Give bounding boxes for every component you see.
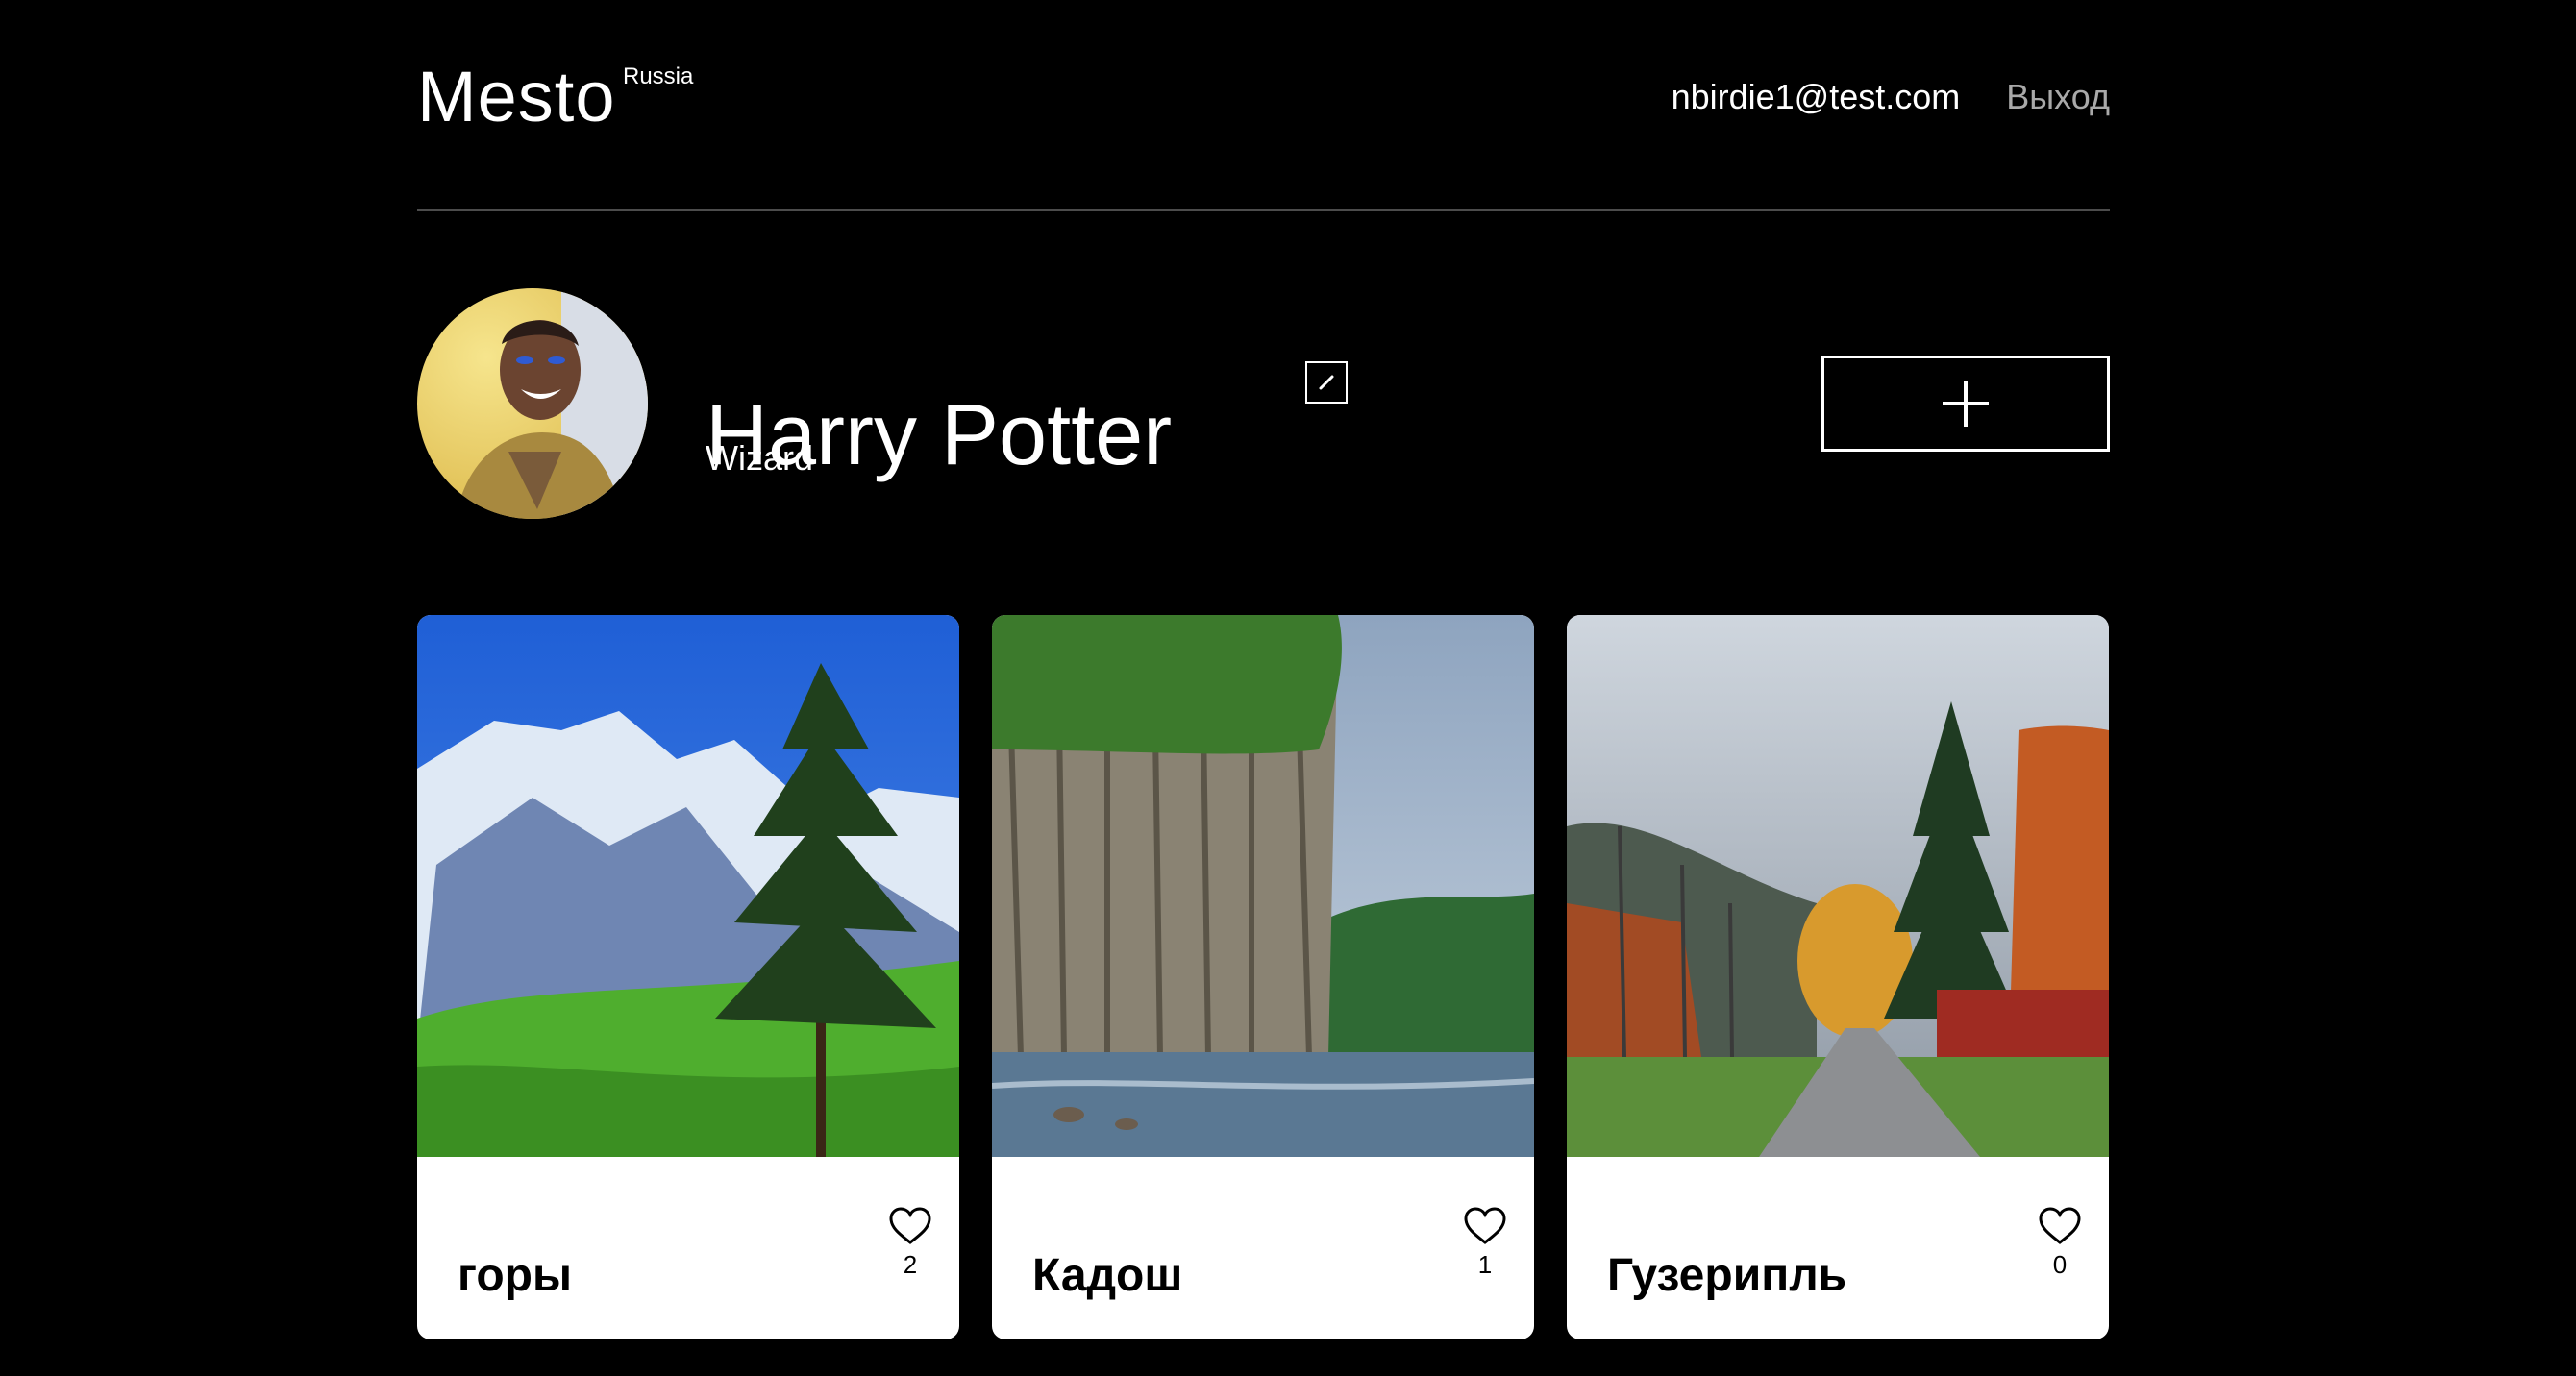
heart-icon [2039, 1207, 2081, 1244]
card: Гузерипль 0 [1567, 615, 2109, 1339]
card-image-cliff[interactable] [992, 615, 1534, 1157]
cards-grid: горы 2 Кадош 1 Гузерипль 0 [417, 615, 2109, 1339]
profile-about: Wizard [706, 438, 814, 478]
like-area: 0 [2036, 1207, 2084, 1280]
card-footer: горы 2 [417, 1157, 959, 1339]
card-title: Кадош [1032, 1249, 1183, 1301]
card-footer: Гузерипль 0 [1567, 1157, 2109, 1339]
heart-icon [889, 1207, 931, 1244]
edit-pencil-icon [1319, 375, 1334, 390]
like-area: 2 [886, 1207, 934, 1280]
like-button[interactable] [888, 1207, 932, 1248]
like-count: 2 [903, 1250, 918, 1279]
heart-icon [1464, 1207, 1506, 1244]
header-user-area: nbirdie1@test.com Выход [1672, 77, 2110, 117]
user-email: nbirdie1@test.com [1671, 77, 1961, 116]
avatar[interactable] [417, 288, 648, 519]
profile: Harry Potter Wizard [417, 211, 2110, 615]
like-count: 1 [1477, 1250, 1493, 1279]
like-button[interactable] [2038, 1207, 2082, 1248]
card-title: горы [458, 1249, 572, 1301]
card: горы 2 [417, 615, 959, 1339]
card-title: Гузерипль [1607, 1249, 1847, 1301]
card-footer: Кадош 1 [992, 1157, 1534, 1339]
like-count: 0 [2052, 1250, 2068, 1279]
logout-link[interactable]: Выход [2006, 77, 2110, 117]
logo[interactable]: Mesto [417, 61, 616, 133]
like-button[interactable] [1463, 1207, 1507, 1248]
like-area: 1 [1461, 1207, 1509, 1280]
card: Кадош 1 [992, 615, 1534, 1339]
avatar-image [456, 288, 648, 519]
edit-profile-button[interactable] [1305, 361, 1348, 404]
card-image-mountains[interactable] [417, 615, 959, 1157]
header: Mesto Russia nbirdie1@test.com Выход [417, 0, 2110, 211]
page: Mesto Russia nbirdie1@test.com Выход Har… [417, 0, 2110, 1339]
plus-icon [1943, 381, 1989, 427]
logo-sup: Russia [623, 63, 694, 89]
card-image-village-road[interactable] [1567, 615, 2109, 1157]
add-card-button[interactable] [1821, 356, 2110, 452]
